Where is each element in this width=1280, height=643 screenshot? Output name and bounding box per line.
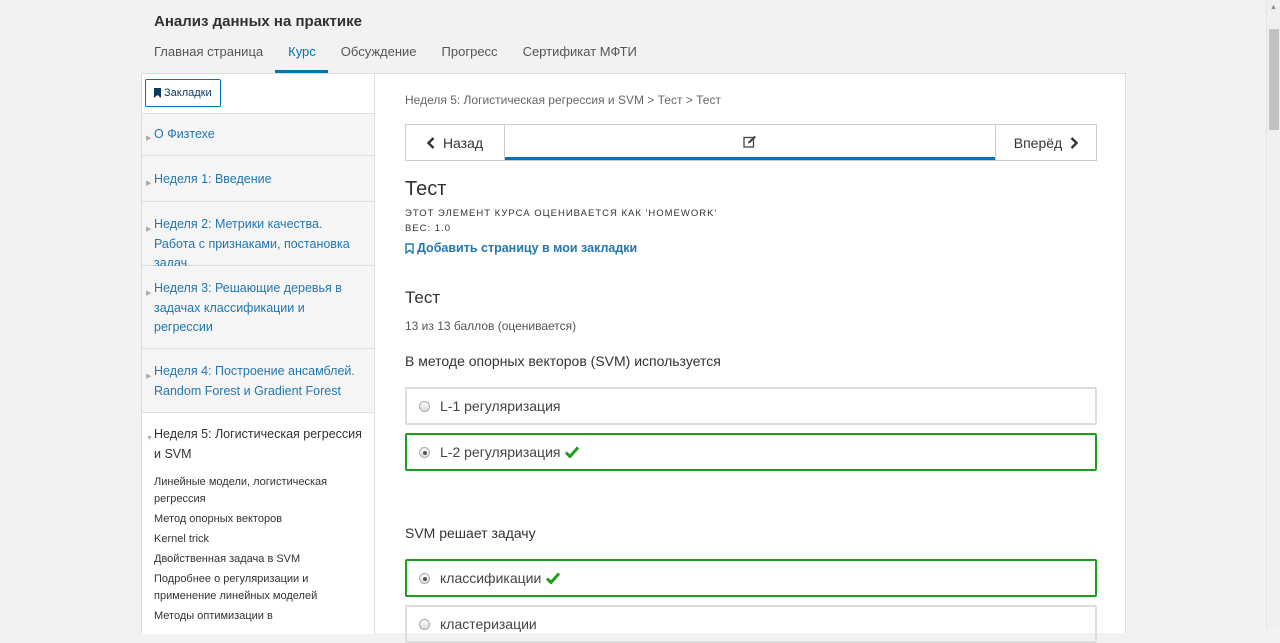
sidebar-chapter-week3[interactable]: ▶ Неделя 3: Решающие деревья в задачах к…: [142, 266, 374, 349]
prev-button[interactable]: Назад: [406, 125, 505, 160]
bookmarks-button-label: Закладки: [164, 87, 212, 99]
chevron-right-icon: ▶: [146, 226, 152, 233]
chapter-label: Неделя 2: Метрики качества. Работа с при…: [154, 217, 350, 270]
chapter-label: Неделя 1: Введение: [154, 172, 272, 186]
answer-option-correct[interactable]: классификации: [405, 559, 1097, 597]
course-tabs: Главная страница Курс Обсуждение Прогрес…: [141, 38, 649, 73]
bookmarks-area: Закладки: [142, 74, 374, 114]
course-content: Закладки ▶ О Физтехе ▶ Неделя 1: Введени…: [141, 73, 1126, 643]
tab-progress[interactable]: Прогресс: [429, 38, 510, 73]
chapter-label: Неделя 5: Логистическая регрессия и SVM: [154, 427, 362, 461]
answer-option-correct[interactable]: L-2 регуляризация: [405, 433, 1097, 471]
tab-discussion[interactable]: Обсуждение: [328, 38, 429, 73]
graded-note: Этот элемент курса оценивается как 'Home…: [405, 208, 718, 219]
option-label: L-1 регуляризация: [440, 398, 561, 414]
breadcrumb: Неделя 5: Логистическая регрессия и SVM …: [405, 93, 721, 107]
answer-option[interactable]: L-1 регуляризация: [405, 387, 1097, 425]
sidebar-subsection[interactable]: Подробнее о регуляризации и применение л…: [154, 571, 364, 605]
chevron-right-icon: ▶: [146, 180, 152, 187]
chapter-label: Неделя 4: Построение ансамблей. Random F…: [154, 364, 355, 398]
weight-note: Вес: 1.0: [405, 223, 452, 234]
sidebar-chapter-week5[interactable]: ▼ Неделя 5: Логистическая регрессия и SV…: [142, 413, 374, 474]
radio-button[interactable]: [419, 572, 430, 584]
sequence-nav: Назад Вперёд: [405, 124, 1097, 161]
sidebar-subsections: Линейные модели, логистическая регрессия…: [142, 474, 374, 625]
bookmark-icon: [154, 88, 161, 98]
chapter-label: О Физтехе: [154, 127, 215, 141]
bookmark-outline-icon: [405, 242, 414, 254]
scroll-up-icon[interactable]: ▲: [1270, 4, 1277, 11]
chevron-right-icon: ▶: [146, 135, 152, 142]
checkmark-icon: [546, 572, 561, 584]
option-label: кластеризации: [440, 616, 537, 632]
edit-icon: [743, 135, 756, 148]
next-button[interactable]: Вперёд: [995, 125, 1096, 160]
chevron-right-icon: [1070, 136, 1079, 149]
chevron-left-icon: [426, 136, 435, 149]
course-header: Анализ данных на практике Главная страни…: [0, 0, 1266, 73]
page-scrollbar[interactable]: ▲: [1266, 0, 1280, 628]
sequence-item-current[interactable]: [505, 125, 995, 160]
sidebar-subsection[interactable]: Линейные модели, логистическая регрессия: [154, 474, 364, 508]
question-text: SVM решает задачу: [405, 525, 536, 541]
problem-title: Тест: [405, 288, 441, 307]
question-text: В методе опорных векторов (SVM) использу…: [405, 353, 721, 369]
add-bookmark-label: Добавить страницу в мои закладки: [417, 241, 638, 255]
sidebar-subsection[interactable]: Метод опорных векторов: [154, 511, 364, 528]
tab-home[interactable]: Главная страница: [141, 38, 275, 73]
course-title: Анализ данных на практике: [154, 13, 362, 30]
next-button-label: Вперёд: [1013, 134, 1063, 151]
sidebar-subsection[interactable]: Методы оптимизации в: [154, 608, 364, 625]
chevron-down-icon: ▼: [146, 435, 153, 442]
tab-certificate[interactable]: Сертификат МФТИ: [510, 38, 649, 73]
radio-button[interactable]: [419, 400, 430, 412]
page: Анализ данных на практике Главная страни…: [0, 0, 1266, 643]
sidebar-chapter-week4[interactable]: ▶ Неделя 4: Построение ансамблей. Random…: [142, 349, 374, 413]
sidebar-subsection[interactable]: Двойственная задача в SVM: [154, 551, 364, 568]
chapter-label: Неделя 3: Решающие деревья в задачах кла…: [154, 281, 342, 334]
sidebar-chapter-week1[interactable]: ▶ Неделя 1: Введение: [142, 156, 374, 202]
course-outline-sidebar: Закладки ▶ О Физтехе ▶ Неделя 1: Введени…: [142, 74, 375, 634]
unit-title: Тест: [405, 178, 447, 200]
tab-course[interactable]: Курс: [275, 38, 328, 73]
chevron-right-icon: ▶: [146, 373, 152, 380]
sidebar-subsection[interactable]: Kernel trick: [154, 531, 364, 548]
answer-option[interactable]: кластеризации: [405, 605, 1097, 643]
scroll-thumb[interactable]: [1269, 29, 1279, 130]
radio-button[interactable]: [419, 446, 430, 458]
sidebar-chapter-about[interactable]: ▶ О Физтехе: [142, 114, 374, 156]
option-label: классификации: [440, 570, 542, 586]
bookmarks-button[interactable]: Закладки: [145, 79, 221, 107]
problem-score: 13 из 13 баллов (оценивается): [405, 319, 577, 333]
prev-button-label: Назад: [442, 134, 484, 151]
sidebar-chapter-week2[interactable]: ▶ Неделя 2: Метрики качества. Работа с п…: [142, 202, 374, 270]
checkmark-icon: [565, 446, 580, 458]
chevron-right-icon: ▶: [146, 290, 152, 297]
option-label: L-2 регуляризация: [440, 444, 561, 460]
add-bookmark-link[interactable]: Добавить страницу в мои закладки: [405, 241, 637, 255]
